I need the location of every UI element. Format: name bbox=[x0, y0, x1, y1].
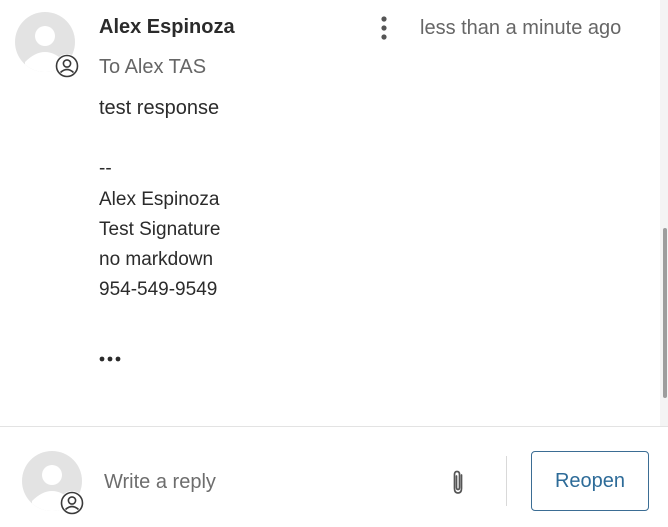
signature-line: Alex Espinoza bbox=[99, 189, 220, 210]
message-recipient: To Alex TAS bbox=[99, 56, 207, 78]
signature-separator: -- bbox=[99, 158, 112, 179]
message-card: Alex Espinoza less than a minute ago To … bbox=[0, 0, 660, 426]
toolbar-separator bbox=[506, 456, 507, 506]
reopen-button[interactable]: Reopen bbox=[531, 451, 649, 511]
show-quoted-text-button[interactable] bbox=[97, 346, 127, 368]
kebab-vertical-icon bbox=[381, 16, 387, 40]
signature-line: 954-549-9549 bbox=[99, 279, 218, 300]
attach-file-button[interactable] bbox=[444, 466, 472, 498]
signature-line: no markdown bbox=[99, 249, 214, 270]
reply-user-avatar bbox=[22, 451, 84, 515]
scrollbar-thumb[interactable] bbox=[663, 228, 667, 398]
more-options-button[interactable] bbox=[373, 14, 395, 44]
message-timestamp: less than a minute ago bbox=[420, 17, 622, 39]
sender-avatar bbox=[15, 12, 79, 78]
ticket-thread-page: Alex Espinoza less than a minute ago To … bbox=[0, 0, 668, 527]
ellipsis-horizontal-icon bbox=[99, 356, 121, 362]
sender-name: Alex Espinoza bbox=[99, 16, 235, 38]
user-circle-icon bbox=[60, 491, 84, 515]
paperclip-icon bbox=[453, 470, 463, 494]
message-body: test response bbox=[99, 97, 220, 119]
reply-input[interactable] bbox=[104, 466, 434, 498]
reply-divider bbox=[0, 426, 668, 427]
user-circle-icon bbox=[55, 54, 79, 78]
signature-line: Test Signature bbox=[99, 219, 221, 240]
